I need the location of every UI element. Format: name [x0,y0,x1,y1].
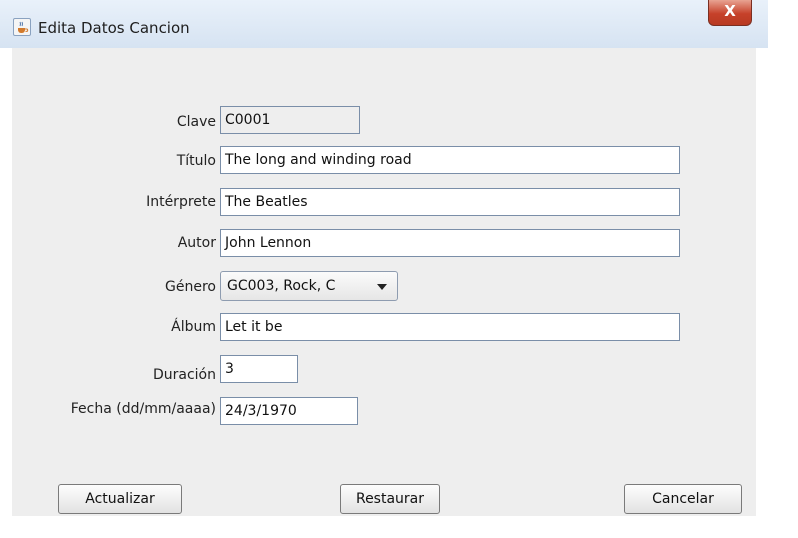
chevron-down-icon [377,284,387,290]
window-border-left [0,48,12,528]
close-icon: X [724,2,736,20]
fecha-field[interactable]: 24/3/1970 [220,397,358,425]
background-right [768,0,798,538]
restaurar-button[interactable]: Restaurar [340,484,440,514]
window-border-right [756,48,768,528]
form-panel: Clave C0001 Título The long and winding … [12,48,756,516]
titulo-field[interactable]: The long and winding road [220,146,680,174]
album-field[interactable]: Let it be [220,313,680,341]
close-button[interactable]: X [708,0,752,26]
fecha-label: Fecha (dd/mm/aaaa) [70,401,216,417]
actualizar-button[interactable]: Actualizar [58,484,182,514]
album-label: Álbum [171,319,216,335]
clave-field: C0001 [220,106,360,134]
titulo-label: Título [176,153,216,169]
title-bar[interactable]: Edita Datos Cancion X [0,0,768,49]
window-border-bottom [0,516,768,528]
clave-label: Clave [176,114,216,130]
autor-label: Autor [177,235,216,251]
duracion-label: Duración [152,367,216,383]
window-title: Edita Datos Cancion [38,19,190,37]
interprete-field[interactable]: The Beatles [220,188,680,216]
dialog-window: Edita Datos Cancion X Clave C0001 Título… [0,0,768,528]
java-cup-icon [13,18,31,36]
genero-dropdown[interactable]: GC003, Rock, C [220,271,398,301]
interprete-label: Intérprete [146,194,216,210]
genero-selected-value: GC003, Rock, C [227,278,336,294]
genero-label: Género [165,279,216,295]
autor-field[interactable]: John Lennon [220,229,680,257]
cancelar-button[interactable]: Cancelar [624,484,742,514]
duracion-field[interactable]: 3 [220,355,298,383]
background-bottom [0,528,798,538]
